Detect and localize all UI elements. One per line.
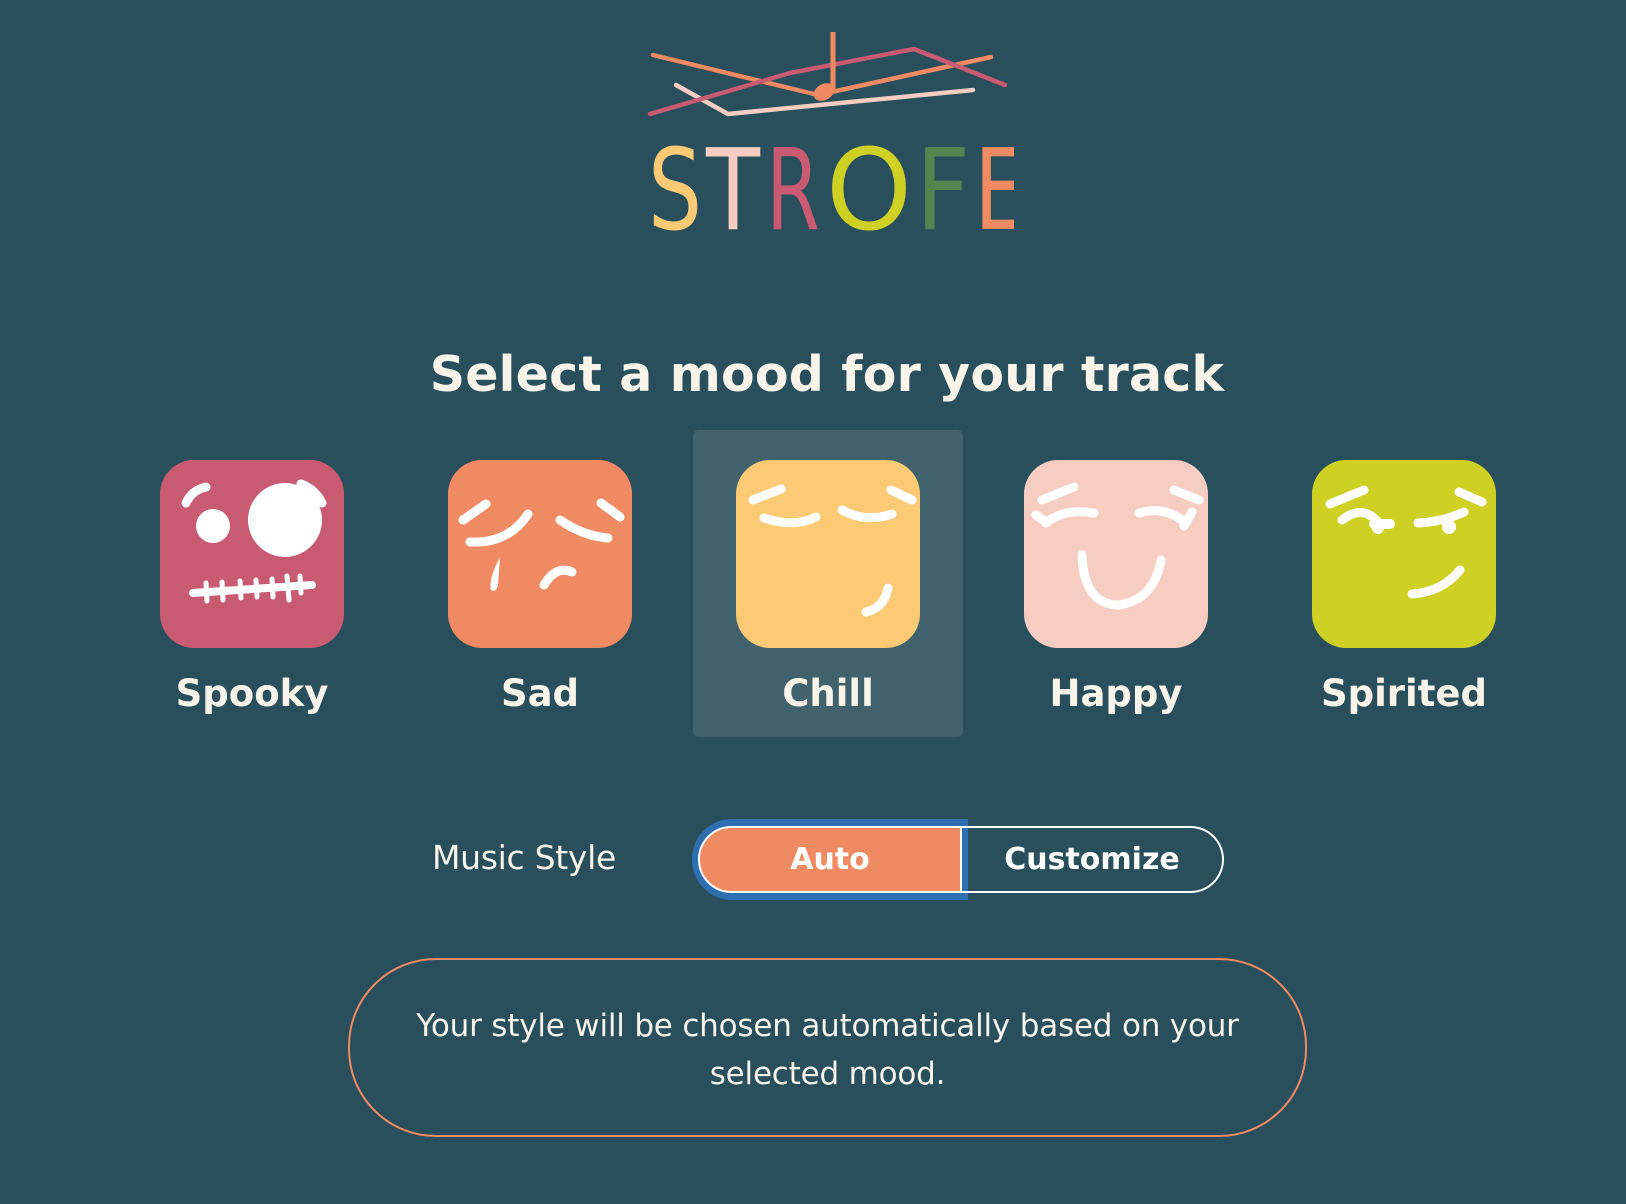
happy-face-icon bbox=[1024, 460, 1208, 648]
mood-label: Sad bbox=[500, 672, 580, 715]
chill-face-icon bbox=[736, 460, 920, 648]
mood-tile bbox=[448, 460, 632, 648]
auto-style-button[interactable]: Auto bbox=[698, 826, 962, 893]
mood-label: Happy bbox=[1049, 672, 1183, 715]
mood-label: Chill bbox=[782, 672, 874, 715]
spirited-face-icon bbox=[1312, 460, 1496, 648]
sad-face-icon bbox=[448, 460, 632, 648]
mood-tile bbox=[736, 460, 920, 648]
page-title: Select a mood for your track bbox=[429, 345, 1225, 403]
brand-letter-o: O bbox=[826, 128, 912, 238]
mood-option-sad[interactable]: Sad bbox=[405, 430, 675, 737]
spooky-face-icon bbox=[160, 460, 344, 648]
mood-label: Spirited bbox=[1320, 672, 1487, 715]
mood-option-chill[interactable]: Chill bbox=[693, 430, 963, 737]
mood-tile bbox=[1312, 460, 1496, 648]
brand-logo: STROFE bbox=[648, 128, 1014, 238]
brand-letter-f: F bbox=[916, 128, 970, 238]
logo-music-note-icon bbox=[647, 32, 1008, 117]
mood-option-happy[interactable]: Happy bbox=[981, 430, 1251, 737]
brand-letter-s: S bbox=[648, 128, 702, 238]
mood-option-spooky[interactable]: Spooky bbox=[117, 430, 387, 737]
style-description-box: Your style will be chosen automatically … bbox=[348, 958, 1307, 1137]
brand-letter-r: R bbox=[766, 128, 820, 238]
mood-option-spirited[interactable]: Spirited bbox=[1269, 430, 1539, 737]
mood-label: Spooky bbox=[175, 672, 329, 715]
customize-style-button[interactable]: Customize bbox=[962, 826, 1224, 893]
brand-letter-e: E bbox=[974, 128, 1014, 238]
style-description-text: Your style will be chosen automatically … bbox=[416, 1008, 1239, 1092]
music-style-label: Music Style bbox=[432, 838, 616, 877]
brand-letter-t: T bbox=[705, 128, 760, 238]
mood-tile bbox=[160, 460, 344, 648]
mood-tile bbox=[1024, 460, 1208, 648]
